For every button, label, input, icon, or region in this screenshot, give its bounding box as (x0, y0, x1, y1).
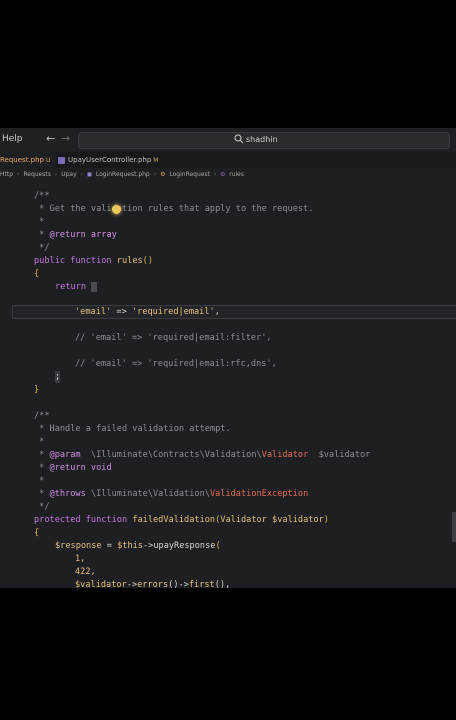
tab-status-flag: M (153, 157, 159, 164)
code-line: * Handle a failed validation attempt. (34, 424, 231, 434)
php-file-icon: ◼ (86, 171, 92, 178)
code-line: * @return void (34, 463, 112, 473)
tab-status-flag: U (45, 157, 51, 164)
code-editor[interactable]: /** * Get the validation rules that appl… (0, 182, 456, 588)
chevron-right-icon: › (17, 171, 20, 178)
code-line: */ (34, 243, 50, 253)
code-line: * @return array (34, 230, 117, 240)
breadcrumb-item[interactable]: rules (229, 171, 244, 178)
menu-help[interactable]: Help (2, 134, 23, 144)
search-text: shadhin (246, 135, 278, 144)
tab-login-request[interactable]: Request.php U (0, 152, 57, 168)
code-line: 422, (75, 567, 96, 577)
code-line: * @throws \Illuminate\Validation\Validat… (34, 489, 309, 499)
code-line: // 'email' => 'required|email:filter', (75, 333, 272, 343)
code-line: public function rules() (34, 256, 154, 266)
code-line: $validator->errors()->first(), (75, 580, 231, 588)
title-bar: Help ← → shadhin (0, 128, 456, 153)
breadcrumb-item[interactable]: Http (0, 171, 13, 178)
code-line: * (34, 217, 45, 227)
code-line: * Get the validation rules that apply to… (34, 204, 314, 214)
class-icon: ⚙ (160, 171, 166, 178)
breadcrumb: Http › Requests › Upay › ◼ LoginRequest.php… (0, 168, 456, 182)
code-line: $response = $this->upayResponse( (55, 541, 221, 551)
code-line: 'email' => 'required|email', (75, 307, 220, 317)
chevron-right-icon: › (153, 171, 157, 178)
chevron-right-icon: › (80, 171, 84, 178)
code-line: { (34, 269, 40, 279)
editor-window: Help ← → shadhin Request.php U UpayUserCo… (0, 128, 456, 588)
code-line: } (34, 385, 40, 395)
tab-label: UpayUserController.php (68, 156, 152, 164)
text-cursor (91, 282, 97, 292)
code-line: /** (34, 191, 50, 201)
scrollbar-thumb[interactable] (452, 512, 456, 542)
code-line: 1, (75, 554, 86, 564)
code-line: { (34, 528, 40, 538)
php-file-icon (58, 156, 65, 164)
command-search-box[interactable]: shadhin (78, 132, 450, 149)
code-line: /** (34, 411, 50, 421)
code-line: // 'email' => 'required|email:rfc,dns', (75, 359, 277, 369)
mouse-pointer-highlight (112, 205, 121, 214)
breadcrumb-item[interactable]: LoginRequest.php (96, 171, 150, 178)
code-line: */ (34, 502, 50, 512)
breadcrumb-item[interactable]: LoginRequest (169, 171, 210, 178)
code-line: * (34, 437, 45, 447)
code-line: protected function failedValidation(Vali… (34, 515, 329, 525)
back-arrow-icon[interactable]: ← (46, 132, 55, 145)
search-icon (234, 134, 244, 144)
code-line: * @param \Illuminate\Contracts\Validatio… (34, 450, 371, 460)
chevron-right-icon: › (213, 171, 217, 178)
code-line: * (34, 476, 45, 486)
tab-bar: Request.php U UpayUserController.php M (0, 152, 456, 169)
tab-upay-user-controller[interactable]: UpayUserController.php M (58, 152, 158, 168)
chevron-right-icon: › (54, 171, 58, 178)
code-line: return (55, 282, 87, 292)
breadcrumb-item[interactable]: Upay (61, 171, 76, 178)
breadcrumb-item[interactable]: Requests (23, 171, 51, 178)
tab-label: Request.php (0, 156, 44, 164)
forward-arrow-icon[interactable]: → (61, 132, 70, 145)
code-line: ; (55, 371, 61, 383)
method-icon: ⊙ (220, 171, 226, 178)
